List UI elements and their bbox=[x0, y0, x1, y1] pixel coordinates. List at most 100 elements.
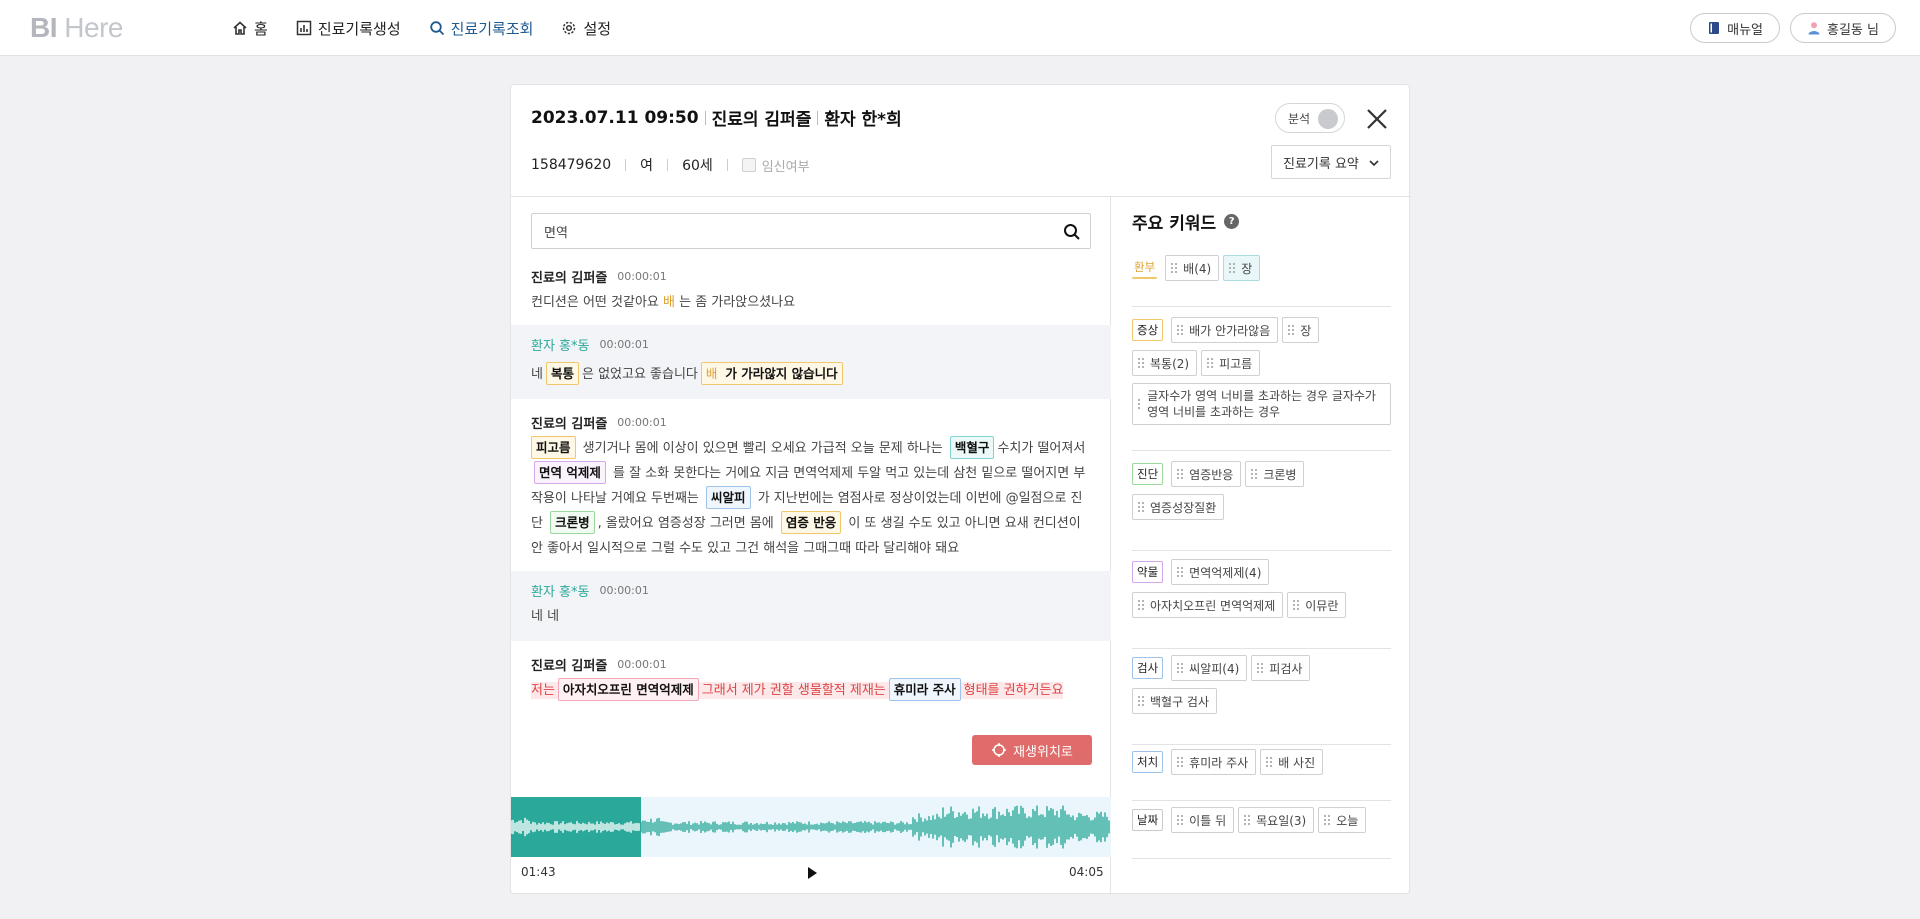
audio-waveform[interactable] bbox=[511, 797, 1111, 857]
keyword-chip[interactable]: 피고름 bbox=[1201, 350, 1261, 376]
message-time: 00:00:01 bbox=[599, 584, 649, 597]
patient-sex: 여 bbox=[640, 158, 654, 174]
keyword-chip[interactable]: 글자수가 영역 너비를 초과하는 경우 글자수가 영역 너비를 초과하는 경우 bbox=[1132, 383, 1391, 425]
keyword-tag[interactable]: 피고름 bbox=[531, 436, 576, 459]
keyword-category: 환부 bbox=[1132, 257, 1158, 279]
manual-button[interactable]: 매뉴얼 bbox=[1690, 13, 1781, 43]
keyword-chip[interactable]: 이틀 뒤 bbox=[1171, 807, 1235, 833]
keyword-category: 검사 bbox=[1132, 657, 1164, 679]
message-text: 네 복통 은 없었고요 좋습니다 배 가 가라않지 않습니다 bbox=[531, 362, 1091, 387]
keyword-category: 날짜 bbox=[1132, 809, 1164, 831]
user-menu-button[interactable]: 홍길동 님 bbox=[1790, 13, 1896, 43]
keyword-tag[interactable]: 백혈구 bbox=[949, 436, 995, 459]
message-item: 진료의 김퍼즐 00:00:01 저는 아자치오프린 면역억제제 그래서 제가 권할 … bbox=[511, 645, 1111, 715]
keyword-chip[interactable]: 복통(2) bbox=[1132, 350, 1198, 376]
analysis-toggle[interactable]: 분석 bbox=[1275, 103, 1345, 133]
record-doctor: 진료의 김퍼즐 bbox=[711, 110, 812, 130]
jump-to-playback-button[interactable]: 재생위치로 bbox=[972, 735, 1092, 765]
speaker-name: 진료의 김퍼즐 bbox=[531, 271, 608, 286]
nav-home[interactable]: 홈 bbox=[232, 18, 268, 39]
waveform-graphic bbox=[511, 805, 1110, 849]
gear-icon bbox=[563, 21, 576, 35]
nav-view-records[interactable]: 진료기록조회 bbox=[429, 18, 533, 39]
speaker-name: 환자 홍*동 bbox=[531, 339, 590, 354]
search-icon bbox=[429, 21, 444, 36]
keyword-chip[interactable]: 이뮤란 bbox=[1287, 592, 1347, 618]
nav-settings[interactable]: 설정 bbox=[561, 18, 611, 39]
message-text: 컨디션은 어떤 것같아요 배 는 좀 가라앉으셨나요 bbox=[531, 295, 796, 310]
message-item: 환자 홍*동 00:00:01 네 네 bbox=[511, 571, 1111, 641]
keyword-chip[interactable]: 배가 안가라않음 bbox=[1171, 317, 1279, 343]
keyword-chip[interactable]: 씨알피(4) bbox=[1171, 655, 1248, 681]
chart-icon bbox=[296, 20, 312, 36]
keyword-chip[interactable]: 크론병 bbox=[1245, 461, 1305, 487]
keyword-tag[interactable]: 복통 bbox=[545, 362, 579, 385]
keyword-chip[interactable]: 염증성장질환 bbox=[1132, 494, 1225, 520]
summary-dropdown[interactable]: 진료기록 요약 bbox=[1271, 145, 1391, 179]
keyword-tag[interactable]: 염증 반응 bbox=[780, 511, 842, 534]
play-icon[interactable] bbox=[805, 866, 819, 880]
keyword-tag[interactable]: 휴미라 주사 bbox=[888, 678, 961, 701]
top-navigation-bar: BI Here 홈 진료기록생성 진료기록조회 설정 매뉴얼 홍길동 님 bbox=[0, 0, 1920, 56]
keyword-tag[interactable]: 아자치오프린 면역억제제 bbox=[557, 678, 699, 701]
keyword-chip[interactable]: 아자치오프린 면역억제제 bbox=[1132, 592, 1284, 618]
message-item: 진료의 김퍼즐 00:00:01 피고름 생기거나 몸에 이상이 있으면 빨리 오… bbox=[511, 403, 1111, 561]
message-text: 피고름 생기거나 몸에 이상이 있으면 빨리 오세요 가급적 오늘 문제 하나는… bbox=[531, 436, 1091, 561]
crosshair-icon bbox=[992, 743, 1007, 757]
keyword-chip[interactable]: 배 사진 bbox=[1260, 749, 1324, 775]
keyword-chip[interactable]: 장 bbox=[1282, 317, 1320, 343]
keyword-category: 약물 bbox=[1132, 561, 1164, 583]
keyword-chip[interactable]: 배(4) bbox=[1165, 255, 1220, 281]
keywords-panel: 주요 키워드? 환부 배(4) 장 증상 배가 안가라않음 장 복통(2) 피고… bbox=[1112, 197, 1411, 895]
keyword-chip[interactable]: 장 bbox=[1223, 255, 1261, 281]
patient-id: 158479620 bbox=[531, 157, 612, 173]
message-text: 저는 아자치오프린 면역억제제 그래서 제가 권할 생물할적 제재는 휴미라 주사 형태… bbox=[531, 678, 1091, 703]
keyword-group-medication: 약물 면역억제제(4) 아자치오프린 면역억제제 이뮤란 bbox=[1132, 559, 1391, 649]
speaker-name: 환자 홍*동 bbox=[531, 585, 590, 600]
app-logo[interactable]: BI Here bbox=[30, 12, 123, 44]
keyword-group-treatment: 처치 휴미라 주사 배 사진 bbox=[1132, 749, 1391, 801]
speaker-name: 진료의 김퍼즐 bbox=[531, 417, 608, 432]
transcript-search-input[interactable]: 면역 bbox=[531, 213, 1091, 249]
keyword-category: 증상 bbox=[1132, 319, 1164, 341]
keyword-chip[interactable]: 염증반응 bbox=[1171, 461, 1242, 487]
keyword-tag[interactable]: 크론병 bbox=[550, 511, 595, 534]
message-time: 00:00:01 bbox=[617, 658, 667, 671]
keyword-chip[interactable]: 백혈구 검사 bbox=[1132, 688, 1218, 714]
keywords-title: 주요 키워드? bbox=[1132, 209, 1240, 234]
record-datetime: 2023.07.11 09:50 bbox=[531, 107, 699, 128]
keyword-tag[interactable]: 면역 억제제 bbox=[534, 461, 606, 484]
message-time: 00:00:01 bbox=[617, 270, 667, 283]
transcript-panel: 면역 진료의 김퍼즐 00:00:01 컨디션은 어떤 것같아요 배 는 좀 가라… bbox=[511, 197, 1111, 895]
patient-age: 60세 bbox=[682, 158, 713, 174]
chevron-down-icon bbox=[1369, 160, 1379, 167]
toggle-knob bbox=[1318, 109, 1338, 129]
speaker-name: 진료의 김퍼즐 bbox=[531, 659, 608, 674]
message-time: 00:00:01 bbox=[599, 338, 649, 351]
nav-create-record[interactable]: 진료기록생성 bbox=[296, 18, 401, 39]
user-avatar-icon bbox=[1808, 22, 1820, 35]
keyword-category: 처치 bbox=[1132, 751, 1164, 773]
record-header: 2023.07.11 09:50 진료의 김퍼즐 환자 한*희 15847962… bbox=[511, 85, 1411, 197]
keyword-tag[interactable]: 배가 가라않지 않습니다 bbox=[700, 362, 843, 385]
keyword-chip[interactable]: 피검사 bbox=[1251, 655, 1311, 681]
message-text: 네 네 bbox=[531, 609, 560, 624]
close-icon[interactable] bbox=[1363, 105, 1391, 133]
message-time: 00:00:01 bbox=[617, 416, 667, 429]
keyword-group-test: 검사 씨알피(4) 피검사 백혈구 검사 bbox=[1132, 655, 1391, 745]
patient-meta: 158479620 여 60세 임신여부 bbox=[531, 155, 810, 175]
help-icon[interactable]: ? bbox=[1224, 214, 1240, 229]
pregnancy-checkbox[interactable]: 임신여부 bbox=[741, 156, 810, 175]
search-icon[interactable] bbox=[1063, 223, 1081, 241]
record-patient: 환자 한*희 bbox=[824, 110, 902, 130]
keyword-group-affected-area: 환부 배(4) 장 bbox=[1132, 255, 1391, 307]
keyword-highlight[interactable]: 배 bbox=[663, 295, 675, 310]
keyword-chip[interactable]: 목요일(3) bbox=[1238, 807, 1315, 833]
book-icon bbox=[1709, 22, 1720, 34]
current-time: 01:43 bbox=[521, 865, 556, 879]
keyword-chip[interactable]: 면역억제제(4) bbox=[1171, 559, 1270, 585]
keyword-chip[interactable]: 오늘 bbox=[1318, 807, 1367, 833]
keyword-chip[interactable]: 휴미라 주사 bbox=[1171, 749, 1257, 775]
home-icon bbox=[233, 21, 247, 35]
keyword-tag[interactable]: 씨알피 bbox=[706, 486, 751, 509]
